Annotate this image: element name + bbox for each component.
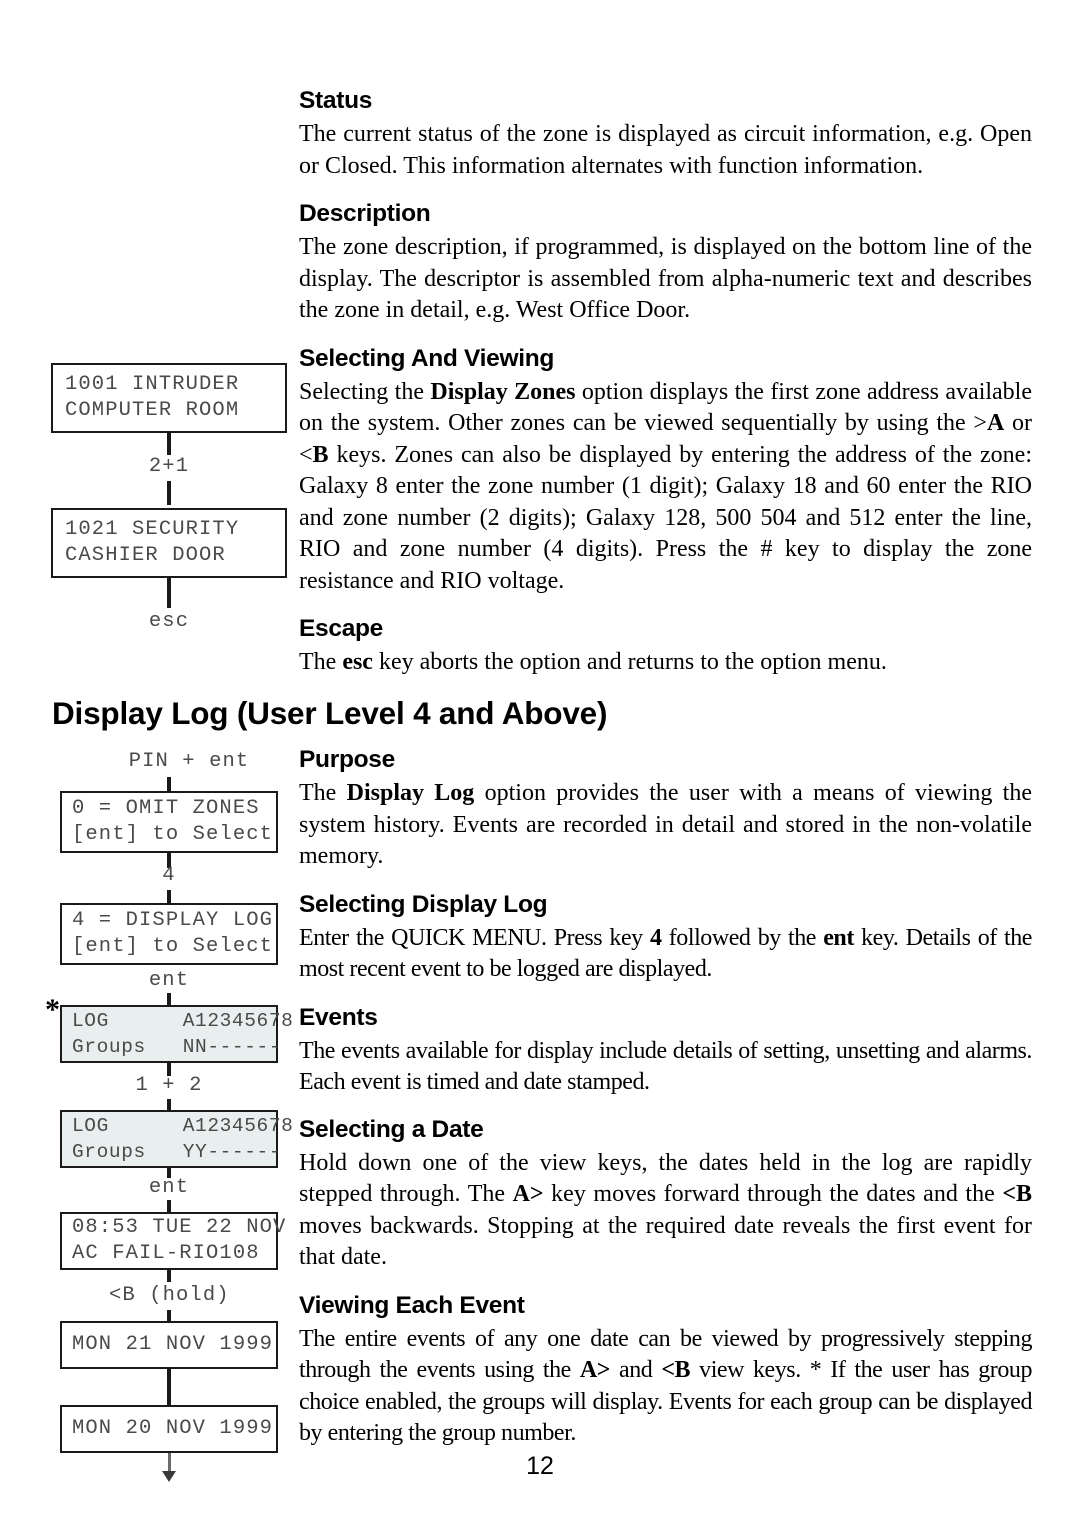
- text-run-bold: <B: [1002, 1181, 1032, 1207]
- article-text-column: Status The current status of the zone is…: [299, 86, 1032, 696]
- text-run: and: [610, 1357, 662, 1383]
- text-run: The: [299, 780, 347, 806]
- lcd-box-zone-1021: 1021 SECURITY CASHIER DOOR: [51, 508, 287, 578]
- section-body-status: The current status of the zone is displa…: [299, 121, 1032, 179]
- text-run-bold: Display Zones: [430, 378, 576, 405]
- connector-label-b-hold: <B (hold): [109, 1284, 230, 1307]
- lcd-line: 1021 SECURITY: [65, 518, 240, 541]
- text-run-bold: B: [312, 441, 329, 468]
- lcd-line: AC FAIL-RIO108: [72, 1242, 260, 1265]
- section-body-selecting-a-date: Hold down one of the view keys, the date…: [299, 1148, 1032, 1274]
- section-heading-purpose: Purpose: [299, 746, 395, 773]
- text-run-bold: A: [986, 410, 1005, 436]
- text-run-bold: ent: [823, 924, 854, 951]
- section-heading-viewing-each-event: Viewing Each Event: [299, 1291, 525, 1319]
- text-run: keys. Zones can also be displayed by ent…: [299, 441, 1032, 594]
- section-heading-escape: Escape: [299, 615, 384, 642]
- section-events: Events The events available for display …: [299, 1003, 1032, 1099]
- lcd-line: Groups YY------: [72, 1141, 282, 1163]
- text-run-bold: <B: [661, 1357, 691, 1383]
- text-run-bold: Display Log: [346, 780, 475, 806]
- text-run: Enter the QUICK MENU. Press key: [299, 924, 650, 951]
- lcd-box-date-20-nov: MON 20 NOV 1999: [60, 1405, 278, 1453]
- text-run-bold: A>: [579, 1357, 611, 1383]
- section-body-viewing-each-event: The entire events of any one date can be…: [299, 1324, 1032, 1450]
- article-text-column-lower: Purpose The Display Log option provides …: [299, 745, 1032, 1467]
- section-body-escape: The esc key aborts the option and return…: [299, 647, 1032, 679]
- section-viewing-each-event: Viewing Each Event The entire events of …: [299, 1291, 1032, 1450]
- connector-label-esc: esc: [148, 610, 190, 633]
- connector-line: [167, 1270, 171, 1282]
- section-body-events: The events available for display include…: [299, 1037, 1032, 1096]
- text-run: moves backwards. Stopping at the require…: [299, 1212, 1032, 1271]
- section-purpose: Purpose The Display Log option provides …: [299, 745, 1032, 873]
- section-selecting-display-log: Selecting Display Log Enter the QUICK ME…: [299, 890, 1032, 986]
- section-heading-events: Events: [299, 1003, 378, 1031]
- section-body-purpose: The Display Log option provides the user…: [299, 778, 1032, 873]
- lcd-line: 0 = OMIT ZONES: [72, 797, 260, 820]
- lcd-line: LOG A12345678: [72, 1115, 294, 1137]
- page-title: Display Log (User Level 4 and Above): [52, 695, 608, 731]
- section-escape: Escape The esc key aborts the option and…: [299, 614, 1032, 679]
- lcd-line: 1001 INTRUDER: [65, 373, 240, 396]
- lcd-line: MON 21 NOV 1999: [72, 1333, 274, 1356]
- section-body-selecting-display-log: Enter the QUICK MENU. Press key 4 follow…: [299, 923, 1032, 986]
- lcd-box-display-log: 4 = DISPLAY LOG [ent] to Select: [60, 903, 278, 965]
- footnote-asterisk-marker: *: [45, 993, 60, 1026]
- text-run-bold: esc: [342, 649, 373, 675]
- section-selecting-and-viewing: Selecting And Viewing Selecting the Disp…: [299, 344, 1032, 598]
- text-run: followed by the: [661, 924, 824, 951]
- connector-line: [167, 890, 171, 904]
- connector-line: [167, 1369, 171, 1406]
- text-run: key aborts the option and returns to the…: [372, 649, 887, 675]
- section-heading-selecting-display-log: Selecting Display Log: [299, 890, 548, 918]
- section-body-description: The zone description, if programmed, is …: [299, 234, 1032, 323]
- section-body-selecting-and-viewing: Selecting the Display Zones option displ…: [299, 377, 1032, 598]
- page-number: 12: [526, 1452, 554, 1480]
- section-description: Description The zone description, if pro…: [299, 199, 1032, 327]
- text-run: Selecting the: [299, 378, 431, 405]
- text-run-bold: 4: [649, 924, 662, 951]
- section-heading-description: Description: [299, 200, 431, 227]
- lcd-line: 08:53 TUE 22 NOV: [72, 1216, 287, 1239]
- lcd-box-log-groups-nn: LOG A12345678 Groups NN------: [60, 1005, 294, 1063]
- connector-line: [167, 433, 171, 455]
- connector-label-ent-2: ent: [148, 1176, 190, 1199]
- lcd-box-log-groups-yy: LOG A12345678 Groups YY------: [60, 1110, 294, 1168]
- text-run: key moves forward through the dates and …: [543, 1181, 1003, 1207]
- connector-label-4: 4: [162, 864, 176, 887]
- section-status: Status The current status of the zone is…: [299, 86, 1032, 182]
- connector-line: [167, 481, 171, 505]
- text-run: The: [299, 649, 343, 675]
- lcd-line: CASHIER DOOR: [65, 544, 226, 567]
- connector-label-ent-1: ent: [148, 969, 190, 992]
- connector-label-2plus1: 2+1: [148, 455, 190, 478]
- section-heading-status: Status: [299, 87, 373, 114]
- section-heading-selecting-and-viewing: Selecting And Viewing: [299, 344, 555, 372]
- lcd-box-event-ac-fail: 08:53 TUE 22 NOV AC FAIL-RIO108: [60, 1212, 287, 1270]
- connector-label-1plus2: 1 + 2: [135, 1074, 203, 1097]
- lcd-line: LOG A12345678: [72, 1010, 294, 1032]
- section-selecting-a-date: Selecting a Date Hold down one of the vi…: [299, 1115, 1032, 1274]
- section-heading-selecting-a-date: Selecting a Date: [299, 1115, 484, 1143]
- connector-label-pin-ent: PIN + ent: [128, 750, 250, 773]
- lcd-line: Groups NN------: [72, 1036, 282, 1058]
- lcd-line: [ent] to Select: [72, 823, 274, 846]
- text-run-bold: A>: [512, 1181, 544, 1207]
- lcd-line: 4 = DISPLAY LOG: [72, 909, 274, 932]
- connector-line: [167, 777, 171, 792]
- lcd-box-omit-zones: 0 = OMIT ZONES [ent] to Select: [60, 791, 278, 853]
- lcd-line: MON 20 NOV 1999: [72, 1417, 274, 1440]
- lcd-line: COMPUTER ROOM: [65, 399, 240, 422]
- connector-line: [167, 578, 171, 608]
- lcd-box-zone-1001: 1001 INTRUDER COMPUTER ROOM: [51, 363, 287, 433]
- lcd-box-date-21-nov: MON 21 NOV 1999: [60, 1321, 278, 1369]
- lcd-line: [ent] to Select: [72, 935, 274, 958]
